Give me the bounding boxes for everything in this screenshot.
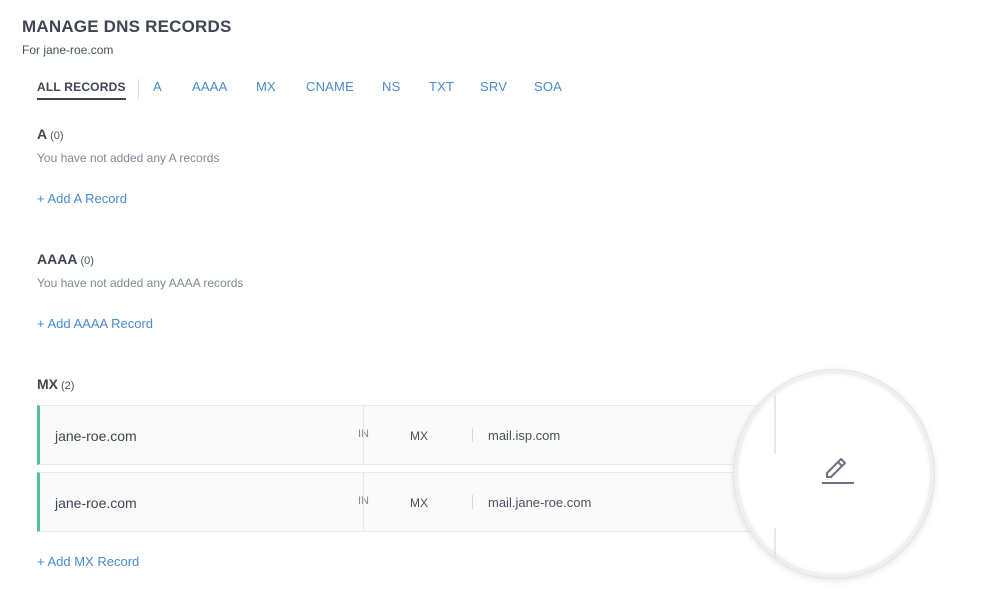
record-host: jane-roe.com	[55, 495, 137, 511]
row-edge	[774, 528, 776, 558]
tab-txt[interactable]: TXT	[429, 79, 454, 94]
magnifier-callout	[734, 370, 934, 578]
page-subtitle: For jane-roe.com	[22, 43, 114, 57]
record-count: (2)	[61, 380, 75, 392]
record-count: (0)	[80, 255, 94, 267]
record-host: jane-roe.com	[55, 428, 137, 444]
pencil-icon[interactable]	[820, 452, 856, 488]
row-edge	[774, 396, 776, 454]
tab-aaaa[interactable]: AAAA	[192, 79, 227, 94]
section-title-mx: MX (2)	[37, 376, 74, 392]
tab-cname[interactable]: CNAME	[306, 79, 354, 94]
record-value: mail.isp.com	[488, 428, 561, 443]
tab-ns[interactable]: NS	[382, 79, 400, 94]
page-title: MANAGE DNS RECORDS	[22, 17, 232, 36]
column-divider	[363, 473, 364, 531]
mx-record-row[interactable]: jane-roe.com IN MX mail.isp.com	[37, 405, 773, 465]
record-type: MX	[410, 429, 428, 443]
section-title-text: A	[37, 126, 48, 142]
column-divider	[472, 495, 473, 509]
empty-message-a: You have not added any A records	[37, 151, 220, 165]
add-a-record-link[interactable]: + Add A Record	[37, 191, 127, 206]
tab-a[interactable]: A	[153, 79, 162, 94]
record-type: MX	[410, 496, 428, 510]
mx-record-row[interactable]: jane-roe.com IN MX mail.jane-roe.com	[37, 472, 773, 532]
section-title-aaaa: AAAA (0)	[37, 251, 94, 267]
record-count: (0)	[50, 130, 64, 142]
tab-all-records[interactable]: ALL RECORDS	[37, 80, 126, 100]
record-value: mail.jane-roe.com	[488, 495, 592, 510]
tab-soa[interactable]: SOA	[534, 79, 562, 94]
add-mx-record-link[interactable]: + Add MX Record	[37, 554, 139, 569]
section-title-a: A (0)	[37, 126, 64, 142]
section-title-text: MX	[37, 376, 58, 392]
tab-mx[interactable]: MX	[256, 79, 276, 94]
tab-srv[interactable]: SRV	[480, 79, 507, 94]
tab-divider	[138, 79, 139, 99]
column-divider	[363, 406, 364, 464]
add-aaaa-record-link[interactable]: + Add AAAA Record	[37, 316, 153, 331]
empty-message-aaaa: You have not added any AAAA records	[37, 276, 244, 290]
section-title-text: AAAA	[37, 251, 78, 267]
column-divider	[472, 428, 473, 442]
